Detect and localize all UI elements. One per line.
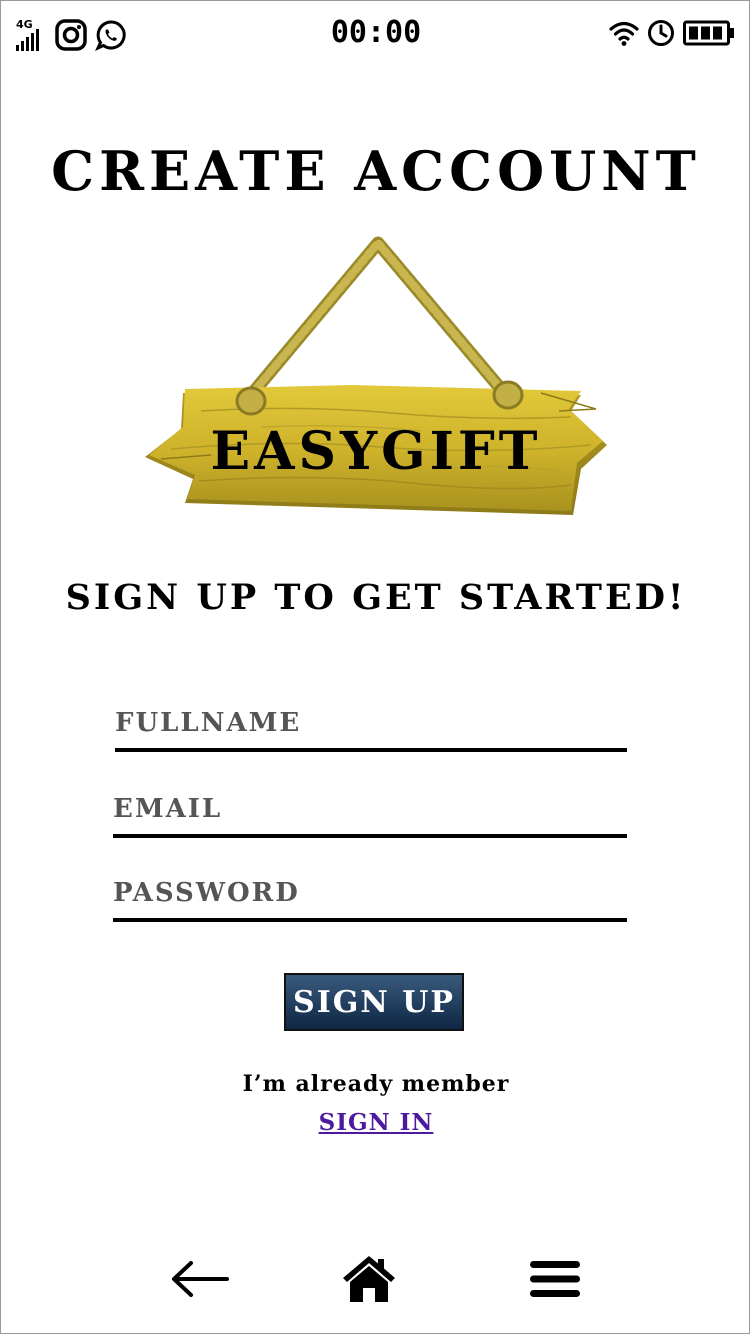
- back-arrow-icon: [172, 1261, 229, 1297]
- home-icon: [343, 1256, 395, 1302]
- already-member-text: I’m already member: [242, 1071, 510, 1097]
- page-title: CREATE ACCOUNT: [51, 139, 701, 203]
- sign-in-link-container: SIGN IN: [1, 1109, 750, 1136]
- fullname-field-container: [115, 698, 627, 752]
- clock-icon: [648, 20, 674, 46]
- fullname-input[interactable]: [115, 704, 627, 742]
- password-field-container: [113, 868, 627, 922]
- password-input[interactable]: [113, 874, 627, 912]
- menu-icon: [530, 1261, 580, 1297]
- email-field-container: [113, 784, 627, 838]
- back-button[interactable]: [167, 1249, 231, 1309]
- wifi-icon: [609, 21, 639, 46]
- home-button[interactable]: [339, 1249, 399, 1309]
- logo-text: EASYGIFT: [210, 421, 542, 482]
- subtitle: SIGN UP TO GET STARTED!: [65, 577, 687, 618]
- phone-screen: 4G 00:00 CREATE ACCOUNT EASYGIFT SIGN UP…: [0, 0, 750, 1334]
- menu-button[interactable]: [527, 1249, 583, 1309]
- sign-in-link[interactable]: SIGN IN: [319, 1109, 434, 1136]
- status-right: [609, 19, 735, 47]
- sign-up-button[interactable]: SIGN UP: [284, 973, 464, 1031]
- email-input[interactable]: [113, 790, 627, 828]
- battery-icon: [683, 20, 734, 46]
- status-bar: 4G 00:00: [1, 1, 750, 71]
